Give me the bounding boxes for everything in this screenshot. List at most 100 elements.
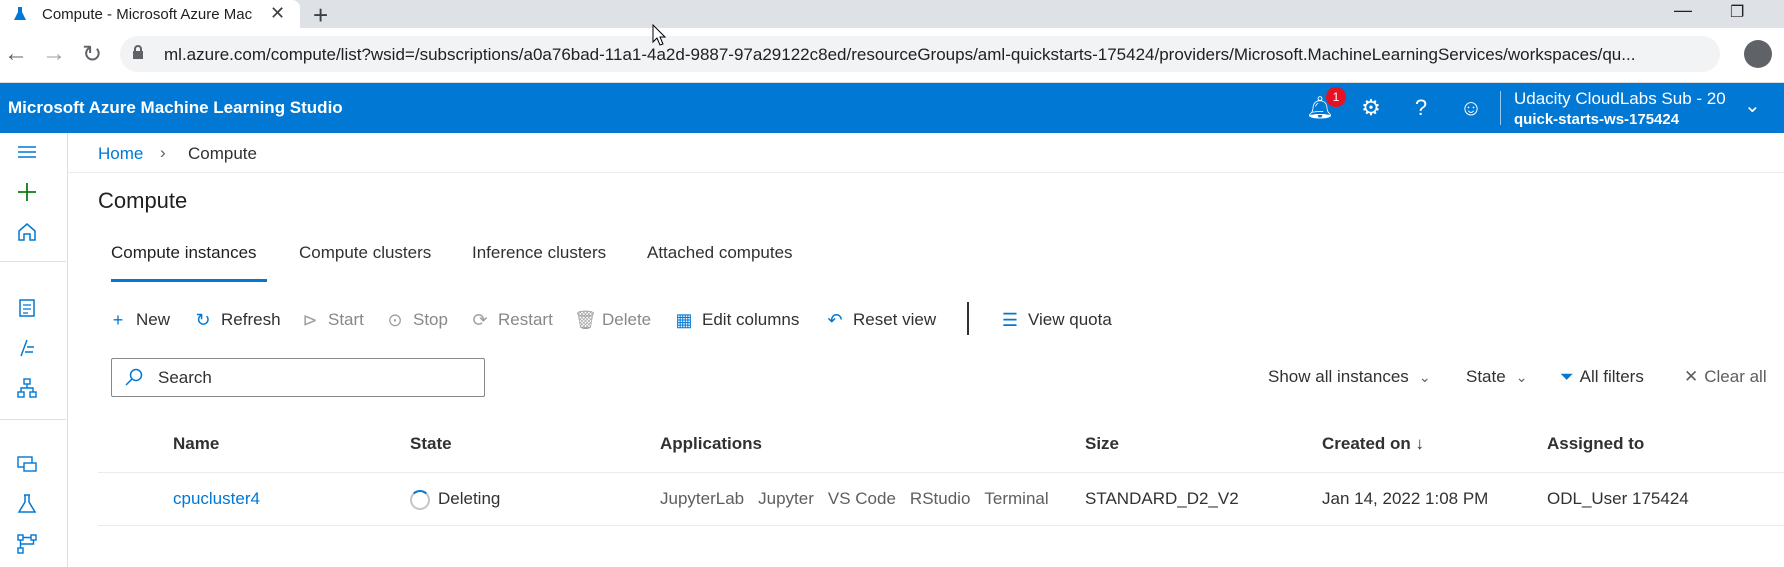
breadcrumb: Home › Compute bbox=[68, 133, 1784, 173]
experiments-flask-icon[interactable] bbox=[16, 493, 38, 515]
search-input[interactable] bbox=[156, 365, 460, 391]
restart-label: Restart bbox=[498, 310, 553, 329]
chevron-down-icon: ⌄ bbox=[1515, 369, 1528, 385]
undo-icon: ↶ bbox=[827, 310, 843, 330]
reset-view-button[interactable]: ↶ Reset view bbox=[825, 308, 936, 332]
mouse-pointer-icon bbox=[652, 24, 666, 46]
notebooks-icon[interactable] bbox=[16, 297, 38, 319]
browser-toolbar: ← → ↻ ml.azure.com/compute/list?wsid=/su… bbox=[0, 28, 1784, 83]
trash-icon: 🗑︎ bbox=[574, 310, 597, 330]
azure-ml-flask-icon bbox=[14, 7, 26, 20]
pipelines-icon[interactable] bbox=[16, 533, 38, 555]
search-icon bbox=[125, 368, 143, 386]
designer-icon[interactable] bbox=[16, 377, 38, 399]
reset-view-label: Reset view bbox=[853, 310, 937, 329]
column-header-created-on[interactable]: Created on ↓ bbox=[1322, 434, 1424, 454]
browser-tab[interactable]: Compute - Microsoft Azure Mac ✕ bbox=[0, 0, 300, 28]
play-circle-icon: ⊳ bbox=[302, 310, 318, 330]
stop-button[interactable]: ⊙ Stop bbox=[385, 308, 448, 332]
chevron-down-icon: ⌄ bbox=[1418, 369, 1431, 385]
view-quota-button[interactable]: ☰ View quota bbox=[1000, 308, 1112, 332]
feedback-smiley-icon[interactable]: ☺ bbox=[1458, 95, 1484, 121]
state-filter-dropdown[interactable]: State ⌄ bbox=[1466, 367, 1527, 387]
show-instances-dropdown[interactable]: Show all instances ⌄ bbox=[1268, 367, 1431, 387]
tab-inference-clusters[interactable]: Inference clusters bbox=[472, 243, 606, 263]
reload-icon[interactable]: ↻ bbox=[82, 40, 102, 69]
column-header-applications[interactable]: Applications bbox=[660, 434, 762, 454]
tab-attached-computes[interactable]: Attached computes bbox=[647, 243, 793, 263]
rail-divider bbox=[0, 419, 66, 420]
search-box[interactable] bbox=[111, 358, 485, 397]
column-header-assigned-to[interactable]: Assigned to bbox=[1547, 434, 1644, 454]
all-filters-label: All filters bbox=[1579, 367, 1644, 386]
url-text: ml.azure.com/compute/list?wsid=/subscrip… bbox=[164, 45, 1636, 64]
new-button[interactable]: + New bbox=[108, 308, 170, 332]
app-header: Microsoft Azure Machine Learning Studio … bbox=[0, 83, 1784, 133]
selected-tab-indicator bbox=[111, 279, 267, 282]
table-columns-icon: ▦ bbox=[675, 310, 693, 330]
column-header-name[interactable]: Name bbox=[173, 434, 219, 454]
datasets-icon[interactable] bbox=[16, 453, 38, 475]
settings-gear-icon[interactable]: ⚙ bbox=[1358, 95, 1384, 121]
app-brand-title[interactable]: Microsoft Azure Machine Learning Studio bbox=[8, 98, 343, 118]
close-tab-icon[interactable]: ✕ bbox=[270, 3, 285, 24]
loading-spinner-icon bbox=[410, 489, 430, 510]
funnel-filter-icon: ⏷ bbox=[1560, 367, 1574, 386]
browser-tab-title: Compute - Microsoft Azure Mac bbox=[42, 6, 253, 23]
all-filters-button[interactable]: ⏷ All filters bbox=[1560, 367, 1644, 387]
forward-icon[interactable]: → bbox=[42, 40, 66, 68]
table-row-divider bbox=[98, 525, 1784, 526]
help-question-icon[interactable]: ? bbox=[1408, 95, 1434, 121]
instance-state: Deleting bbox=[410, 489, 500, 510]
refresh-icon: ↻ bbox=[195, 310, 211, 330]
app-link-vscode[interactable]: VS Code bbox=[828, 489, 896, 508]
address-bar[interactable]: ml.azure.com/compute/list?wsid=/subscrip… bbox=[120, 36, 1720, 72]
plus-icon: + bbox=[112, 310, 124, 330]
minimize-window-icon[interactable]: — bbox=[1674, 0, 1692, 21]
app-link-jupyterlab[interactable]: JupyterLab bbox=[660, 489, 744, 508]
back-icon[interactable]: ← bbox=[4, 40, 28, 68]
new-tab-icon[interactable]: + bbox=[313, 0, 328, 31]
hamburger-menu-icon[interactable] bbox=[16, 141, 38, 163]
stop-label: Stop bbox=[413, 310, 448, 329]
column-header-size[interactable]: Size bbox=[1085, 434, 1119, 454]
start-button[interactable]: ⊳ Start bbox=[300, 308, 364, 332]
clear-all-label: Clear all bbox=[1704, 367, 1767, 386]
delete-button[interactable]: 🗑︎ Delete bbox=[574, 308, 651, 332]
start-label: Start bbox=[328, 310, 364, 329]
plus-create-icon[interactable] bbox=[16, 181, 38, 203]
state-filter-label: State bbox=[1466, 367, 1506, 386]
app-link-rstudio[interactable]: RStudio bbox=[910, 489, 970, 508]
header-divider bbox=[1500, 91, 1501, 125]
left-nav-rail bbox=[0, 133, 68, 567]
instance-size: STANDARD_D2_V2 bbox=[1085, 489, 1239, 508]
view-quota-label: View quota bbox=[1028, 310, 1112, 329]
profile-avatar-icon[interactable] bbox=[1744, 40, 1772, 68]
restore-window-icon[interactable]: ❐ bbox=[1730, 2, 1744, 22]
workspace-name[interactable]: quick-starts-ws-175424 bbox=[1514, 111, 1679, 128]
home-icon[interactable] bbox=[16, 221, 38, 243]
browser-tab-strip: Compute - Microsoft Azure Mac ✕ + — ❐ bbox=[0, 0, 1784, 31]
command-divider bbox=[967, 302, 969, 335]
app-link-terminal[interactable]: Terminal bbox=[984, 489, 1048, 508]
rail-divider bbox=[0, 261, 66, 262]
refresh-button[interactable]: ↻ Refresh bbox=[193, 308, 280, 332]
chevron-down-icon[interactable]: ⌄ bbox=[1744, 93, 1761, 118]
lock-icon bbox=[133, 45, 143, 59]
app-link-jupyter[interactable]: Jupyter bbox=[758, 489, 814, 508]
delete-label: Delete bbox=[602, 310, 652, 329]
table-header-divider bbox=[98, 472, 1784, 473]
list-icon: ☰ bbox=[1001, 310, 1019, 330]
instance-applications: JupyterLab Jupyter VS Code RStudio Terminal bbox=[660, 489, 1063, 509]
automated-ml-icon[interactable] bbox=[16, 337, 38, 359]
tab-compute-instances[interactable]: Compute instances bbox=[111, 243, 257, 263]
edit-columns-button[interactable]: ▦ Edit columns bbox=[674, 308, 799, 332]
column-header-state[interactable]: State bbox=[410, 434, 452, 454]
account-name[interactable]: Udacity CloudLabs Sub - 20 bbox=[1514, 89, 1726, 109]
instance-name-link[interactable]: cpucluster4 bbox=[173, 489, 260, 509]
tab-compute-clusters[interactable]: Compute clusters bbox=[299, 243, 431, 263]
clear-all-button[interactable]: ✕ Clear all bbox=[1684, 367, 1767, 387]
breadcrumb-home-link[interactable]: Home bbox=[98, 144, 143, 164]
restart-button[interactable]: ⟳ Restart bbox=[470, 308, 553, 332]
restart-icon: ⟳ bbox=[472, 310, 488, 330]
